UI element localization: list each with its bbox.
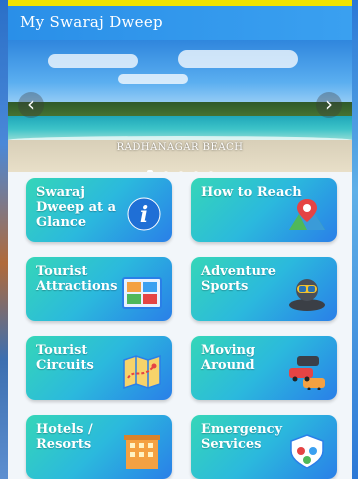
map-pin-icon <box>287 196 327 236</box>
carousel-caption: RADHANAGAR BEACH <box>116 142 244 153</box>
carousel-prev-button[interactable]: ‹ <box>18 92 44 118</box>
cloud-shape <box>48 54 138 68</box>
background-left <box>0 0 8 479</box>
carousel-dot[interactable] <box>194 171 199 172</box>
image-carousel[interactable]: RADHANAGAR BEACH ‹ › <box>8 40 352 172</box>
tile-at-a-glance[interactable]: Swaraj Dweep at a Glance i <box>26 178 172 242</box>
background-right <box>352 0 358 479</box>
tile-moving-around[interactable]: Moving Around <box>191 336 337 400</box>
folded-map-icon <box>122 354 162 394</box>
cloud-shape <box>178 50 298 68</box>
tile-label: Tourist Circuits <box>36 343 94 373</box>
tile-tourist-attractions[interactable]: Tourist Attractions <box>26 257 172 321</box>
tile-label: Swaraj Dweep at a Glance <box>36 185 116 230</box>
emergency-icon <box>287 433 327 473</box>
tile-label: Hotels / Resorts <box>36 422 93 452</box>
gallery-icon <box>122 275 162 315</box>
tile-tourist-circuits[interactable]: Tourist Circuits <box>26 336 172 400</box>
tile-hotels-resorts[interactable]: Hotels / Resorts <box>26 415 172 479</box>
tile-adventure-sports[interactable]: Adventure Sports <box>191 257 337 321</box>
carousel-next-button[interactable]: › <box>316 92 342 118</box>
tile-how-to-reach[interactable]: How to Reach <box>191 178 337 242</box>
diver-icon <box>287 275 327 315</box>
app-bar: My Swaraj Dweep <box>8 6 352 40</box>
carousel-dot[interactable] <box>163 171 168 172</box>
tile-label: Adventure Sports <box>201 264 277 294</box>
carousel-indicator <box>8 160 352 172</box>
carousel-dot[interactable] <box>146 170 153 172</box>
tile-emergency-services[interactable]: Emergency Services <box>191 415 337 479</box>
carousel-dot[interactable] <box>179 171 183 172</box>
app-title: My Swaraj Dweep <box>20 13 163 31</box>
svg-text:i: i <box>140 202 148 228</box>
hotel-icon <box>122 433 162 473</box>
info-icon: i <box>126 196 162 236</box>
carousel-dot[interactable] <box>209 171 214 172</box>
cloud-shape <box>118 74 188 84</box>
phone-screen: My Swaraj Dweep RADHANAGAR BEACH ‹ › Swa… <box>8 6 352 479</box>
tile-label: Emergency Services <box>201 422 283 452</box>
tile-label: Tourist Attractions <box>36 264 118 294</box>
tile-label: Moving Around <box>201 343 256 373</box>
vehicles-icon <box>287 354 327 394</box>
